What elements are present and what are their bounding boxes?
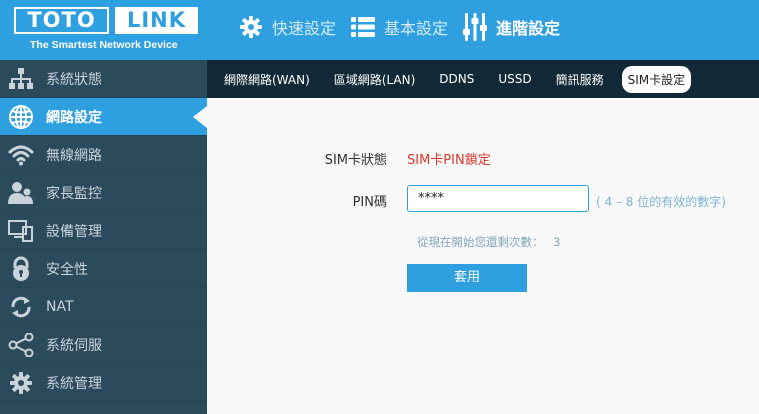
sidebar-item-parental-control[interactable]: 家長監控 (0, 174, 207, 212)
topnav-quick-setup-label: 快速設定 (272, 19, 337, 38)
topnav-advanced-setup-label: 進階設定 (496, 19, 561, 38)
sidebar-item-label: 系統管理 (46, 375, 102, 392)
sliders-icon (462, 13, 488, 41)
sidebar-item-nat[interactable]: NAT (0, 288, 207, 326)
gear-icon (8, 370, 34, 396)
refresh-icon (8, 294, 34, 320)
apply-button[interactable]: 套用 (407, 264, 527, 292)
sub-navigation: 網際網路(WAN) 區域網路(LAN) DDNS USSD 簡訊服務 SIM卡設… (207, 60, 759, 98)
sidebar-item-security[interactable]: 安全性 (0, 250, 207, 288)
remaining-attempts: 從現在開始您還剩次數： 3 (417, 234, 560, 250)
sim-status-label: SIM卡狀態 (324, 153, 387, 168)
sim-status-value: SIM卡PIN鎖定 (407, 153, 491, 168)
sidebar-item-network-settings[interactable]: 網路設定 (0, 98, 207, 136)
logo-tagline: The Smartest Network Device (30, 39, 178, 51)
sidebar-item-wireless[interactable]: 無線網路 (0, 136, 207, 174)
parental-control-icon (8, 180, 34, 206)
topnav-quick-setup[interactable]: 快速設定 (238, 14, 336, 40)
device-icon (8, 218, 34, 244)
sidebar-item-label: 家長監控 (46, 185, 102, 202)
topnav-basic-setup-label: 基本設定 (384, 19, 449, 38)
tab-sms[interactable]: 簡訊服務 (550, 66, 610, 93)
totolink-logo[interactable]: TOTO LINK The Smartest Network Device (14, 7, 198, 53)
sidebar-item-system-management[interactable]: 系統管理 (0, 364, 207, 402)
topnav-basic-setup[interactable]: 基本設定 (350, 14, 448, 40)
top-navigation: 快速設定 基本設定 進階設定 (238, 12, 574, 42)
pin-input[interactable] (407, 185, 589, 212)
pin-hint: ( 4 – 8 位的有效的數字) (596, 195, 726, 209)
pin-label: PIN碼 (352, 195, 387, 210)
remaining-attempts-label: 從現在開始您還剩次數： (417, 235, 544, 249)
sidebar-item-label: 設備管理 (46, 223, 102, 240)
list-icon (350, 14, 376, 40)
tab-ussd[interactable]: USSD (492, 67, 537, 91)
header-bar: TOTO LINK The Smartest Network Device 快速… (0, 0, 759, 60)
sidebar-item-label: NAT (46, 298, 74, 315)
sidebar-item-label: 系統伺服 (46, 337, 102, 354)
sidebar-item-device-management[interactable]: 設備管理 (0, 212, 207, 250)
sidebar-item-system-status[interactable]: 系統狀態 (0, 60, 207, 98)
wifi-icon (8, 142, 34, 168)
sidebar-item-label: 安全性 (46, 261, 88, 278)
tab-lan[interactable]: 區域網路(LAN) (328, 66, 422, 93)
logo-right-text: LINK (115, 7, 198, 34)
tab-wan[interactable]: 網際網路(WAN) (218, 66, 316, 93)
network-status-icon (8, 66, 34, 92)
topnav-advanced-setup[interactable]: 進階設定 (462, 13, 561, 41)
sidebar-item-label: 系統狀態 (46, 71, 102, 88)
share-icon (8, 332, 34, 358)
sidebar-item-system-service[interactable]: 系統伺服 (0, 326, 207, 364)
remaining-attempts-value: 3 (553, 235, 561, 249)
tab-sim-settings[interactable]: SIM卡設定 (621, 65, 692, 93)
tab-ddns[interactable]: DDNS (433, 67, 480, 91)
main-content: SIM卡狀態 SIM卡PIN鎖定 PIN碼 ( 4 – 8 位的有效的數字) 從… (207, 98, 759, 414)
sidebar-item-label: 無線網路 (46, 147, 102, 164)
globe-icon (8, 104, 34, 130)
gear-icon (238, 14, 264, 40)
logo-left-text: TOTO (14, 7, 109, 34)
sidebar: 系統狀態 網路設定 無線網路 家長監控 設備管理 安全性 NAT 系統伺服 系統… (0, 60, 207, 414)
sidebar-item-label: 網路設定 (46, 109, 102, 126)
lock-icon (8, 256, 34, 282)
